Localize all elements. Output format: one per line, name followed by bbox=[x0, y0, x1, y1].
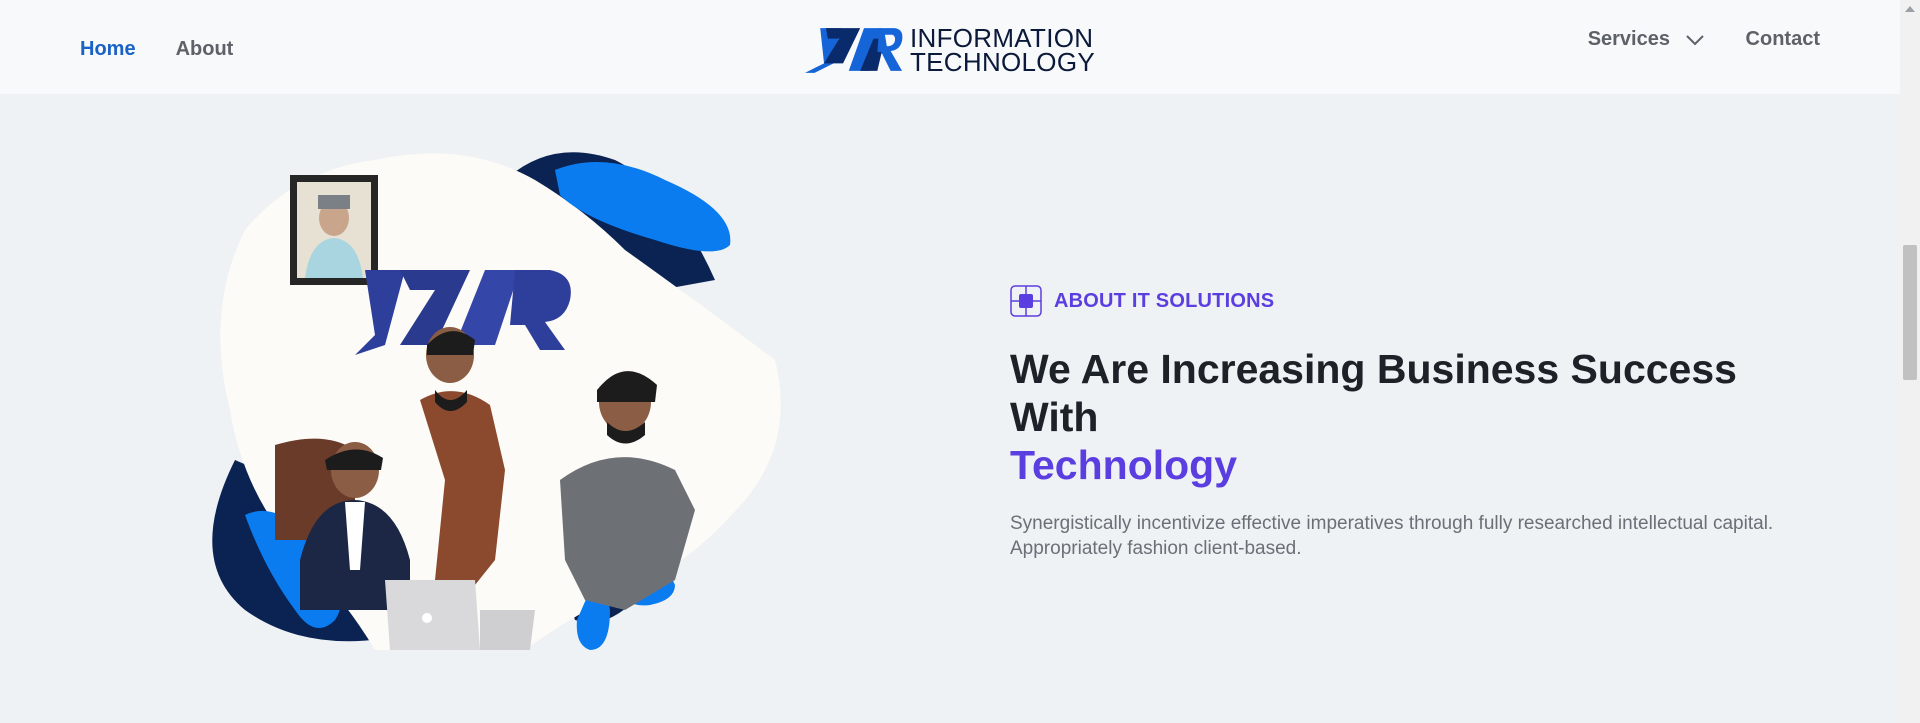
about-section: ABOUT IT SOLUTIONS We Are Increasing Bus… bbox=[1010, 285, 1800, 561]
scroll-up-arrow-icon[interactable] bbox=[1905, 6, 1915, 12]
nav-services-dropdown[interactable]: Services bbox=[1588, 28, 1704, 51]
puzzle-square-icon bbox=[1010, 285, 1042, 317]
logo-wordmark: INFORMATION TECHNOLOGY bbox=[909, 25, 1095, 77]
hero-headline: We Are Increasing Business Success With … bbox=[1010, 345, 1800, 489]
primary-nav-right: Services Contact bbox=[1588, 28, 1820, 51]
nav-home-link[interactable]: Home bbox=[80, 38, 136, 61]
framed-portrait bbox=[290, 175, 378, 285]
hero-description: Synergistically incentivize effective im… bbox=[1010, 513, 1774, 559]
team-photo-illustration bbox=[212, 152, 781, 651]
jzar-logo-mark bbox=[805, 28, 903, 73]
chevron-down-icon bbox=[1685, 35, 1704, 46]
nav-services-label: Services bbox=[1587, 28, 1670, 50]
page-scrollbar[interactable] bbox=[1900, 0, 1920, 723]
eyebrow-label: ABOUT IT SOLUTIONS bbox=[1054, 289, 1275, 312]
headline-main: We Are Increasing Business Success With bbox=[1010, 346, 1737, 440]
nav-about-link[interactable]: About bbox=[176, 38, 234, 61]
site-header: Home About INFORMATION TECHNOLOGY Servic… bbox=[0, 0, 1900, 94]
scrollbar-thumb[interactable] bbox=[1903, 245, 1917, 380]
nav-contact-link[interactable]: Contact bbox=[1746, 28, 1820, 51]
site-logo[interactable]: INFORMATION TECHNOLOGY bbox=[805, 24, 1095, 76]
section-eyebrow: ABOUT IT SOLUTIONS bbox=[1010, 285, 1800, 317]
primary-nav-left: Home About bbox=[80, 38, 233, 61]
headline-accent: Technology bbox=[1010, 442, 1238, 488]
logo-line-2: TECHNOLOGY bbox=[909, 47, 1095, 77]
